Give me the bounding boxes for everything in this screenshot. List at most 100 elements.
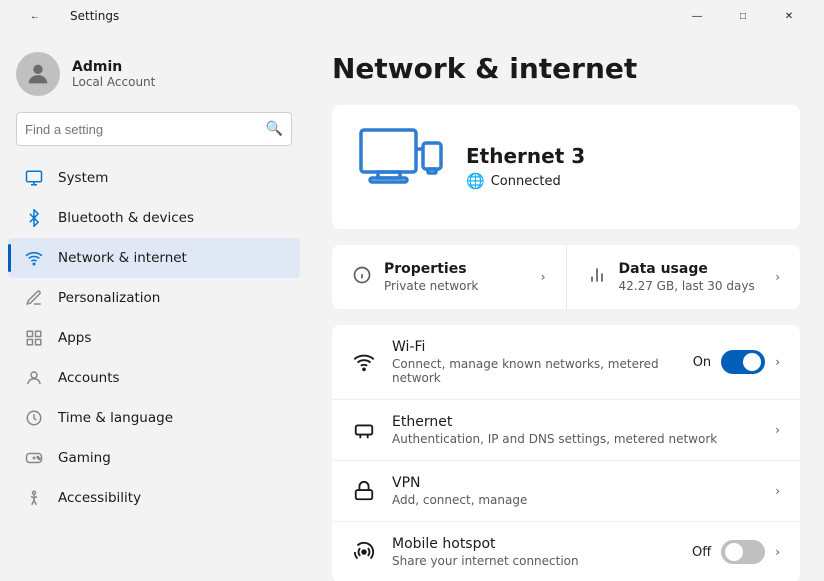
ethernet-right: › (775, 423, 780, 437)
wifi-toggle-thumb (743, 353, 761, 371)
wifi-chevron: › (775, 355, 780, 369)
titlebar-title: Settings (70, 9, 119, 23)
sidebar: Admin Local Account 🔍 System Bluetooth &… (0, 32, 308, 581)
time-icon (24, 408, 44, 428)
hero-card: Ethernet 3 🌐 Connected (332, 105, 800, 229)
settings-row-hotspot[interactable]: Mobile hotspot Share your internet conne… (332, 522, 800, 581)
vpn-right: › (775, 484, 780, 498)
wifi-row-icon (352, 350, 376, 374)
vpn-text: VPN Add, connect, manage (392, 475, 759, 507)
hero-status: 🌐 Connected (466, 172, 776, 190)
sidebar-item-label-accounts: Accounts (58, 370, 120, 386)
sidebar-item-accessibility[interactable]: Accessibility (8, 478, 300, 518)
back-button[interactable]: ← (12, 0, 58, 32)
data_usage-sub: 42.27 GB, last 30 days (619, 279, 755, 293)
wifi-toggle[interactable] (721, 350, 765, 374)
settings-card: Wi-Fi Connect, manage known networks, me… (332, 325, 800, 581)
hotspot-toggle[interactable] (721, 540, 765, 564)
titlebar-left: ← Settings (12, 0, 119, 32)
data_usage-label: Data usage (619, 261, 755, 277)
hotspot-right: Off › (692, 540, 780, 564)
wifi-toggle-label: On (693, 355, 711, 370)
system-icon (24, 168, 44, 188)
ethernet-label: Ethernet (392, 414, 759, 430)
settings-row-vpn[interactable]: VPN Add, connect, manage › (332, 461, 800, 522)
data_usage-chevron: › (775, 270, 780, 284)
sidebar-item-label-personalization: Personalization (58, 290, 160, 306)
sidebar-item-label-network: Network & internet (58, 250, 187, 266)
hotspot-sub: Share your internet connection (392, 554, 676, 568)
wifi-label: Wi-Fi (392, 339, 677, 355)
sidebar-item-network[interactable]: Network & internet (8, 238, 300, 278)
settings-row-wifi[interactable]: Wi-Fi Connect, manage known networks, me… (332, 325, 800, 400)
wifi-right: On › (693, 350, 780, 374)
sidebar-item-label-gaming: Gaming (58, 450, 111, 466)
titlebar: ← Settings — □ ✕ (0, 0, 824, 32)
hotspot-text: Mobile hotspot Share your internet conne… (392, 536, 676, 568)
personalization-icon (24, 288, 44, 308)
sidebar-item-label-system: System (58, 170, 108, 186)
hotspot-toggle-thumb (725, 543, 743, 561)
hero-info: Ethernet 3 🌐 Connected (466, 144, 776, 190)
sidebar-item-time[interactable]: Time & language (8, 398, 300, 438)
search-box[interactable]: 🔍 (16, 112, 292, 146)
network-icon (24, 248, 44, 268)
info-row: Properties Private network › Data usage … (332, 245, 800, 309)
ethernet-text: Ethernet Authentication, IP and DNS sett… (392, 414, 759, 446)
sidebar-item-label-time: Time & language (58, 410, 173, 426)
apps-icon (24, 328, 44, 348)
content-area: Network & internet Ethernet 3 (308, 32, 824, 581)
sidebar-item-gaming[interactable]: Gaming (8, 438, 300, 478)
sidebar-item-system[interactable]: System (8, 158, 300, 198)
accessibility-icon (24, 488, 44, 508)
user-sub: Local Account (72, 75, 155, 89)
wifi-text: Wi-Fi Connect, manage known networks, me… (392, 339, 677, 385)
search-input[interactable] (25, 122, 258, 137)
vpn-label: VPN (392, 475, 759, 491)
vpn-chevron: › (775, 484, 780, 498)
ethernet-icon (356, 125, 446, 209)
sidebar-item-label-apps: Apps (58, 330, 91, 346)
vpn-row-icon (352, 479, 376, 503)
sidebar-item-accounts[interactable]: Accounts (8, 358, 300, 398)
settings-row-ethernet[interactable]: Ethernet Authentication, IP and DNS sett… (332, 400, 800, 461)
data_usage-icon (587, 265, 607, 290)
page-title: Network & internet (332, 52, 800, 85)
search-icon: 🔍 (266, 121, 283, 137)
hotspot-label: Mobile hotspot (392, 536, 676, 552)
properties-chevron: › (541, 270, 546, 284)
sidebar-item-label-bluetooth: Bluetooth & devices (58, 210, 194, 226)
minimize-button[interactable]: — (674, 0, 720, 32)
properties-sub: Private network (384, 279, 478, 293)
globe-icon: 🌐 (466, 172, 485, 190)
user-info: Admin Local Account (72, 59, 155, 89)
bluetooth-icon (24, 208, 44, 228)
info-cell-data_usage[interactable]: Data usage 42.27 GB, last 30 days › (566, 245, 801, 309)
sidebar-item-personalization[interactable]: Personalization (8, 278, 300, 318)
hotspot-toggle-label: Off (692, 545, 711, 560)
gaming-icon (24, 448, 44, 468)
sidebar-item-apps[interactable]: Apps (8, 318, 300, 358)
sidebar-item-bluetooth[interactable]: Bluetooth & devices (8, 198, 300, 238)
ethernet-chevron: › (775, 423, 780, 437)
accounts-icon (24, 368, 44, 388)
avatar (16, 52, 60, 96)
properties-text: Properties Private network (384, 261, 478, 293)
hotspot-row-icon (352, 540, 376, 564)
user-name: Admin (72, 59, 155, 75)
properties-label: Properties (384, 261, 478, 277)
data_usage-text: Data usage 42.27 GB, last 30 days (619, 261, 755, 293)
ethernet-sub: Authentication, IP and DNS settings, met… (392, 432, 759, 446)
titlebar-controls: — □ ✕ (674, 0, 812, 32)
maximize-button[interactable]: □ (720, 0, 766, 32)
app-body: Admin Local Account 🔍 System Bluetooth &… (0, 32, 824, 581)
close-button[interactable]: ✕ (766, 0, 812, 32)
sidebar-item-label-accessibility: Accessibility (58, 490, 141, 506)
hotspot-chevron: › (775, 545, 780, 559)
user-profile[interactable]: Admin Local Account (0, 32, 308, 112)
nav-list: System Bluetooth & devices Network & int… (0, 158, 308, 518)
vpn-sub: Add, connect, manage (392, 493, 759, 507)
wifi-sub: Connect, manage known networks, metered … (392, 357, 677, 385)
info-cell-properties[interactable]: Properties Private network › (332, 245, 566, 309)
properties-icon (352, 265, 372, 290)
